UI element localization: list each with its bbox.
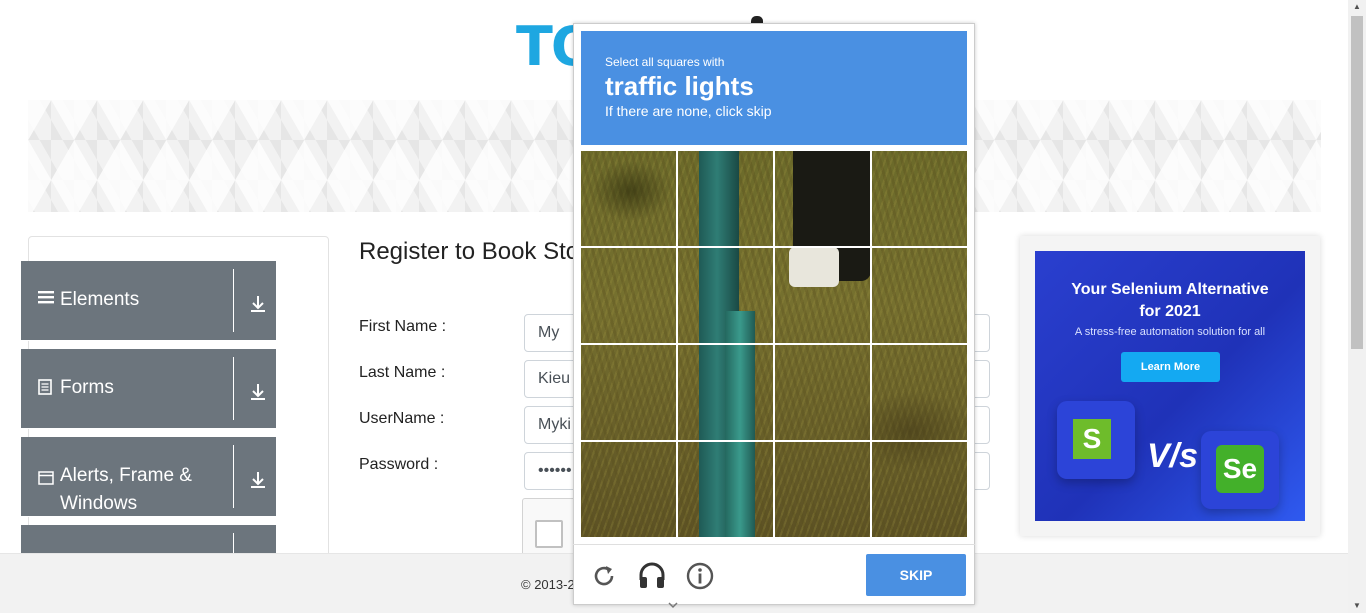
- selenium-logo: Se: [1201, 431, 1279, 509]
- download-arrow-icon[interactable]: [248, 470, 268, 490]
- download-arrow-icon[interactable]: [248, 294, 268, 314]
- sidebar-group-label: Alerts, Frame &: [60, 465, 192, 486]
- divider: [233, 269, 234, 332]
- skip-button[interactable]: SKIP: [866, 554, 966, 596]
- captcha-skip-hint: If there are none, click skip: [605, 103, 772, 119]
- captcha-grid-lines: [581, 151, 967, 537]
- ad-title: Your Selenium Alternative for 2021: [1035, 279, 1305, 323]
- hamburger-icon: [38, 289, 54, 310]
- scroll-up-arrow-icon[interactable]: ▲: [1351, 2, 1363, 12]
- selenium-logo-mark: Se: [1216, 445, 1264, 493]
- password-label: Password :: [359, 456, 439, 473]
- username-label: UserName :: [359, 410, 445, 427]
- scrollbar-thumb[interactable]: [1351, 16, 1363, 349]
- captcha-target: traffic lights: [605, 71, 754, 101]
- sidebar-group-elements[interactable]: Elements: [21, 261, 276, 341]
- page: TO Elements Forms Alerts, Frame & Window…: [0, 0, 1366, 613]
- sidebar-group-label: Elements: [60, 289, 140, 310]
- reload-icon[interactable]: [589, 561, 619, 591]
- grid-line: [581, 440, 967, 442]
- info-icon[interactable]: [685, 561, 715, 591]
- first-name-label: First Name :: [359, 318, 447, 335]
- captcha-instruction: Select all squares with: [605, 55, 725, 69]
- divider: [233, 357, 234, 420]
- window-icon: [38, 469, 54, 490]
- footer-copyright: © 2013-2: [521, 577, 575, 592]
- grid-line: [581, 246, 967, 248]
- sidebar-group-label-line2: Windows: [60, 493, 138, 514]
- sidebar-group-alerts[interactable]: Alerts, Frame & Windows: [21, 437, 276, 517]
- scroll-down-arrow-icon[interactable]: ▼: [1351, 601, 1363, 611]
- sidebar-group-forms[interactable]: Forms: [21, 349, 276, 429]
- download-arrow-icon[interactable]: [248, 382, 268, 402]
- recaptcha-checkbox[interactable]: [535, 520, 563, 548]
- sidebar-group-label: Forms: [60, 377, 114, 398]
- chevron-down-icon: [667, 598, 679, 610]
- captcha-image-grid: [581, 151, 967, 537]
- captcha-header: Select all squares with traffic lights I…: [581, 31, 967, 145]
- ad-title-line1: Your Selenium Alternative: [1071, 281, 1269, 298]
- document-icon: [38, 379, 52, 400]
- captcha-footer-divider: [573, 544, 975, 545]
- headphones-icon[interactable]: [637, 560, 667, 590]
- page-title: Register to Book Sto: [359, 238, 580, 265]
- competitor-logo-mark: S: [1073, 419, 1111, 459]
- learn-more-button[interactable]: Learn More: [1121, 352, 1220, 382]
- ad-banner[interactable]: Your Selenium Alternative for 2021 A str…: [1035, 251, 1305, 521]
- grid-line: [581, 343, 967, 345]
- competitor-logo: S: [1057, 401, 1135, 479]
- divider: [233, 445, 234, 508]
- ad-title-line2: for 2021: [1139, 303, 1201, 320]
- versus-text: V/s: [1147, 437, 1199, 475]
- last-name-label: Last Name :: [359, 364, 446, 381]
- ad-subtitle: A stress-free automation solution for al…: [1074, 326, 1266, 338]
